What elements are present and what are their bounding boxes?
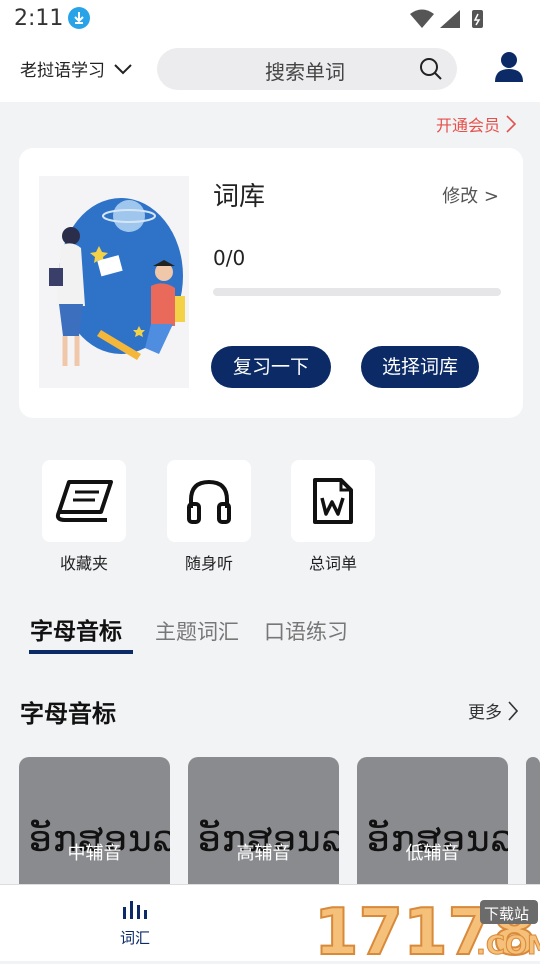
letter-card-partial[interactable] xyxy=(526,757,540,897)
language-label: 老挝语学习 xyxy=(20,61,105,81)
tool-wordlist-label: 总词单 xyxy=(308,554,357,573)
edit-link[interactable]: 修改 > xyxy=(442,182,499,208)
nav-vocab-label: 词汇 xyxy=(119,929,150,947)
tool-wordlist[interactable]: 总词单 xyxy=(291,460,375,574)
word-doc-icon xyxy=(313,478,353,524)
category-tabs: 字母音标 主题词汇 口语练习 xyxy=(0,604,540,656)
letter-card-middle[interactable]: ອັກສອນລາວ 中辅音 xyxy=(19,757,170,897)
top-header: 老挝语学习 搜索单词 xyxy=(0,36,540,102)
more-label: 更多 xyxy=(468,703,502,723)
tool-favorites-label: 收藏夹 xyxy=(59,554,108,573)
nav-vocab[interactable]: 词汇 xyxy=(105,899,165,948)
tool-listen-box[interactable] xyxy=(167,460,251,542)
wifi-icon xyxy=(410,9,434,28)
section-title: 字母音标 xyxy=(20,700,116,728)
tool-favorites-box[interactable] xyxy=(42,460,126,542)
letter-card-low[interactable]: ອັກສອນລາວ 低辅音 xyxy=(357,757,508,897)
letter-card-label: 高辅音 xyxy=(236,843,291,864)
chevron-down-icon xyxy=(114,63,132,74)
progress-count: 0/0 xyxy=(213,246,246,270)
status-bar: 2:11 xyxy=(0,0,540,36)
more-link[interactable]: 更多 xyxy=(468,698,518,723)
status-time: 2:11 xyxy=(14,6,64,31)
chevron-right-icon xyxy=(506,115,516,133)
tool-listen-label: 随身听 xyxy=(184,554,233,573)
vip-link[interactable]: 开通会员 xyxy=(436,112,516,136)
wordbank-title: 词库 xyxy=(213,182,266,212)
watermark-suffix: .COM xyxy=(476,931,540,960)
search-placeholder: 搜索单词 xyxy=(265,60,345,84)
review-button[interactable]: 复习一下 xyxy=(211,346,331,388)
active-tab-indicator xyxy=(29,650,133,654)
system-icons xyxy=(410,8,500,34)
choose-wordbank-button[interactable]: 选择词库 xyxy=(361,346,479,388)
download-icon xyxy=(68,7,90,29)
user-icon[interactable] xyxy=(494,51,524,83)
chevron-right-icon xyxy=(508,700,518,721)
search-icon[interactable] xyxy=(419,57,443,81)
tab-speaking[interactable]: 口语练习 xyxy=(264,616,348,646)
tool-listen[interactable]: 随身听 xyxy=(167,460,251,574)
battery-icon xyxy=(472,10,483,28)
letter-card-label: 低辅音 xyxy=(405,843,460,864)
signal-icon xyxy=(440,10,460,28)
book-icon xyxy=(55,480,113,522)
tool-favorites[interactable]: 收藏夹 xyxy=(42,460,126,574)
language-dropdown[interactable]: 老挝语学习 xyxy=(20,56,133,81)
headphones-icon xyxy=(187,479,231,524)
tab-alphabet[interactable]: 字母音标 xyxy=(30,612,122,646)
site-watermark-logo: 17178 下载站 .COM xyxy=(313,892,540,964)
progress-bar xyxy=(213,288,501,296)
students-illustration xyxy=(39,176,189,388)
letter-card-label: 中辅音 xyxy=(67,843,122,864)
wordbank-card: 词库 修改 > 0/0 复习一下 选择词库 xyxy=(19,148,523,418)
watermark-badge: 下载站 xyxy=(484,905,529,923)
tool-wordlist-box[interactable] xyxy=(291,460,375,542)
search-bar[interactable]: 搜索单词 xyxy=(157,48,457,90)
vip-label: 开通会员 xyxy=(435,116,500,135)
bar-chart-icon xyxy=(123,901,147,919)
letter-card-high[interactable]: ອັກສອນລາວ 高辅音 xyxy=(188,757,339,897)
tab-topic-vocab[interactable]: 主题词汇 xyxy=(155,616,239,646)
